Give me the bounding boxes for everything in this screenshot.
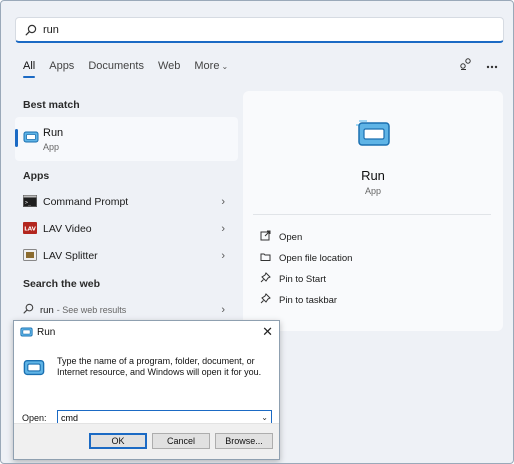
- preview-title: Run: [361, 168, 385, 183]
- divider: [253, 214, 491, 215]
- pin-icon: [260, 272, 271, 286]
- run-app-icon: [20, 327, 33, 337]
- run-dialog-titlebar[interactable]: Run ✕: [14, 321, 279, 343]
- web-hint: - See web results: [56, 305, 127, 315]
- lav-icon: LAV: [23, 221, 37, 237]
- start-search-panel: All Apps Documents Web More⌄ Best match …: [0, 0, 514, 464]
- best-match-run[interactable]: Run App: [15, 117, 238, 161]
- share-icon[interactable]: [459, 58, 472, 74]
- selection-accent: [15, 129, 18, 147]
- action-pin-to-start[interactable]: Pin to Start: [260, 271, 326, 287]
- top-right-icons: [459, 58, 498, 74]
- action-pin-to-taskbar[interactable]: Pin to taskbar: [260, 292, 337, 308]
- open-icon: [260, 230, 271, 244]
- best-match-heading: Best match: [23, 99, 80, 111]
- search-icon: [25, 23, 39, 37]
- search-box[interactable]: [15, 17, 504, 43]
- chevron-right-icon: ›: [221, 223, 225, 235]
- lav-splitter-icon: [23, 248, 37, 264]
- search-web-heading: Search the web: [23, 278, 101, 290]
- tab-web[interactable]: Web: [158, 60, 180, 78]
- search-icon: [23, 303, 34, 317]
- chevron-right-icon: ›: [221, 304, 225, 316]
- chevron-right-icon: ›: [221, 196, 225, 208]
- close-icon[interactable]: ✕: [262, 324, 273, 340]
- command-prompt-icon: >_: [23, 194, 37, 210]
- cancel-button[interactable]: Cancel: [152, 433, 210, 449]
- search-input[interactable]: [43, 23, 463, 36]
- action-label: Pin to taskbar: [279, 294, 338, 306]
- tab-apps[interactable]: Apps: [49, 60, 74, 78]
- run-dialog-footer: OK Cancel Browse...: [14, 423, 279, 459]
- ok-button[interactable]: OK: [89, 433, 147, 449]
- app-label: Command Prompt: [43, 196, 129, 208]
- action-label: Open file location: [279, 252, 353, 264]
- list-item-lav-video[interactable]: LAV LAV Video ›: [23, 220, 229, 238]
- action-label: Open: [279, 231, 303, 243]
- best-match-title: Run: [43, 127, 64, 139]
- chevron-down-icon[interactable]: ⌄: [261, 413, 268, 422]
- app-label: LAV Video: [43, 223, 92, 235]
- tab-more-label: More: [194, 60, 220, 72]
- folder-icon: [260, 251, 271, 265]
- apps-heading: Apps: [23, 170, 50, 182]
- action-label: Pin to Start: [279, 273, 326, 285]
- best-match-subtitle: App: [43, 142, 60, 152]
- list-item-web-search[interactable]: run - See web results ›: [23, 301, 229, 319]
- svg-text:>_: >_: [25, 200, 32, 206]
- chevron-down-icon: ⌄: [221, 62, 229, 71]
- run-dialog-body: Type the name of a program, folder, docu…: [14, 343, 279, 426]
- chevron-right-icon: ›: [221, 250, 225, 262]
- filter-tabs: All Apps Documents Web More ⌄: [23, 60, 242, 78]
- run-dialog-description: Type the name of a program, folder, docu…: [57, 356, 262, 377]
- app-label: LAV Splitter: [43, 250, 98, 262]
- tab-documents[interactable]: Documents: [88, 60, 144, 78]
- list-item-lav-splitter[interactable]: LAV Splitter ›: [23, 247, 229, 265]
- run-app-icon: [23, 359, 45, 379]
- svg-text:LAV: LAV: [24, 226, 36, 232]
- run-app-large-icon: [353, 119, 393, 152]
- browse-button[interactable]: Browse...: [215, 433, 273, 449]
- run-dialog: Run ✕ Type the name of a program, folder…: [13, 320, 280, 460]
- web-query: run: [40, 304, 54, 316]
- run-dialog-title: Run: [37, 326, 56, 338]
- preview-subtitle: App: [364, 186, 381, 196]
- pin-icon: [260, 293, 271, 307]
- open-input[interactable]: [61, 413, 256, 423]
- tab-all[interactable]: All: [23, 60, 36, 78]
- list-item-command-prompt[interactable]: >_ Command Prompt ›: [23, 193, 229, 211]
- run-app-icon: [23, 131, 39, 146]
- action-open-file-location[interactable]: Open file location: [260, 250, 352, 266]
- action-open[interactable]: Open: [260, 229, 302, 245]
- more-options-icon[interactable]: [486, 61, 498, 72]
- preview-pane: Run App Open Open file location Pin to S…: [243, 91, 503, 331]
- tab-more[interactable]: More ⌄: [194, 60, 228, 78]
- open-label: Open:: [22, 413, 47, 423]
